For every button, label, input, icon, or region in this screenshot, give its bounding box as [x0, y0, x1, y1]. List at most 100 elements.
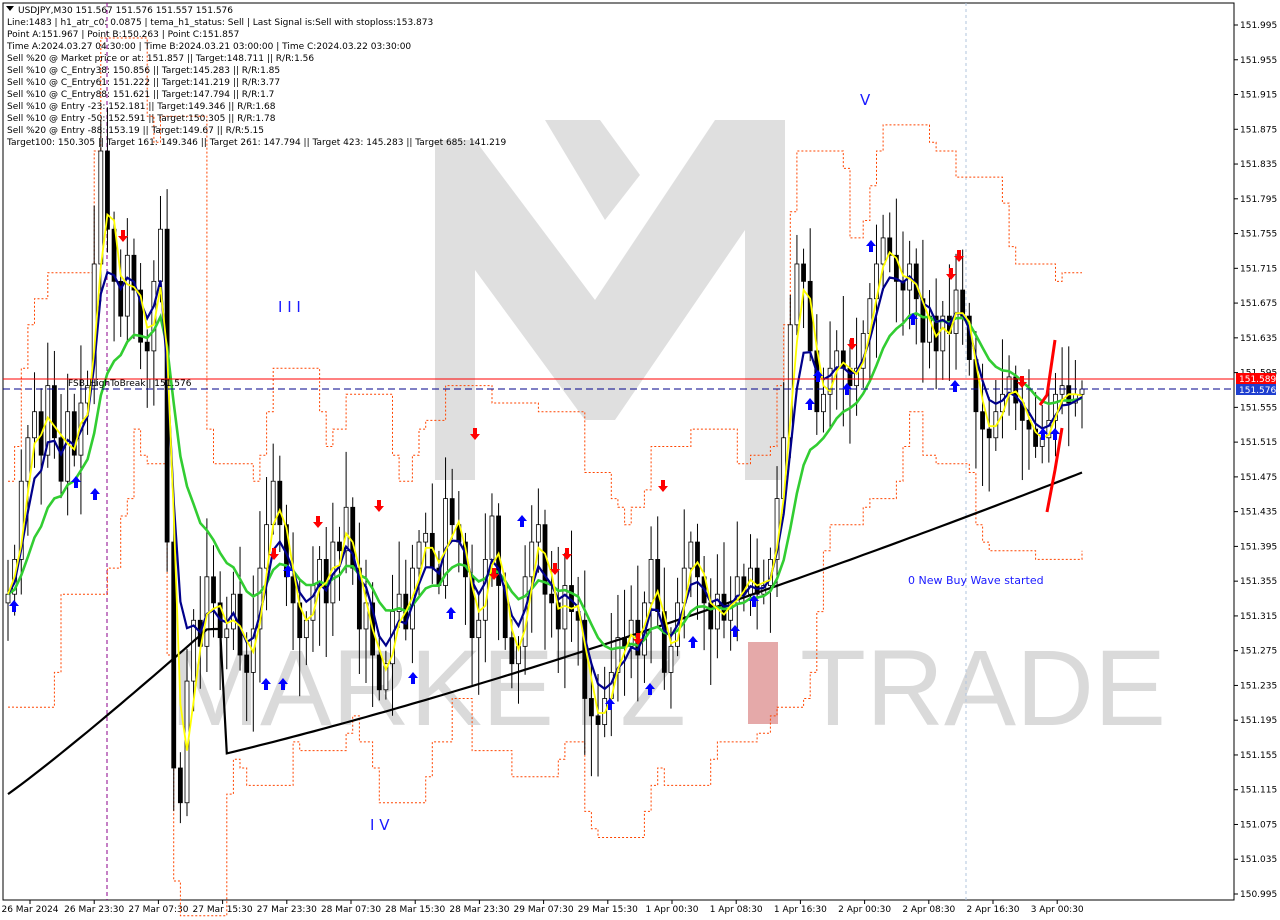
x-tick-label: 28 Mar 07:30 — [321, 905, 381, 915]
candle-body — [953, 289, 959, 334]
y-tick-label: 151.995 — [1240, 21, 1277, 31]
fsb-label: FSB_HighToBreak | 151.576 — [68, 379, 192, 389]
candle-body — [801, 263, 806, 282]
info-line: Sell %10 @ Entry -50: 152.591 || Target:… — [7, 114, 276, 124]
x-tick-label: 27 Mar 07:30 — [128, 905, 188, 915]
candle-body — [648, 559, 654, 604]
y-tick-label: 151.715 — [1240, 264, 1277, 274]
candle-body — [191, 619, 197, 682]
candle-body — [549, 593, 555, 604]
y-tick-label: 151.755 — [1240, 230, 1277, 240]
candle-body — [509, 637, 515, 665]
x-tick-label: 27 Mar 15:30 — [193, 905, 253, 915]
watermark-red-bar — [748, 642, 778, 724]
candle-body — [482, 559, 488, 621]
candle-body — [535, 524, 541, 543]
candle-body — [270, 480, 276, 526]
candle-body — [668, 645, 674, 673]
y-tick-label: 151.235 — [1240, 681, 1277, 691]
candle-body — [376, 654, 382, 691]
info-line: Sell %10 @ Entry -23: 152.181 || Target:… — [7, 102, 276, 112]
candle-body — [1079, 388, 1085, 395]
info-line: Line:1483 | h1_atr_c0: 0.0875 | tema_h1_… — [7, 18, 433, 28]
watermark-text-left: MARKETZ — [170, 627, 686, 748]
candle-body — [695, 541, 700, 578]
x-tick-label: 2 Apr 08:30 — [902, 905, 955, 915]
info-line: Sell %20 @ Entry -88: 153.19 || Target:1… — [7, 126, 264, 136]
candle-body — [655, 559, 661, 612]
wave-iii-label: I I I — [278, 298, 301, 316]
candle-body — [980, 411, 985, 430]
candle-body — [423, 532, 429, 543]
info-line: Sell %10 @ C_Entry61: 151.222 || Target:… — [7, 78, 280, 88]
x-tick-label: 2 Apr 00:30 — [838, 905, 891, 915]
x-tick-label: 28 Mar 15:30 — [385, 905, 445, 915]
wave-iv-label: I V — [370, 816, 390, 834]
watermark-text-right: TRADE — [800, 627, 1166, 748]
y-tick-label: 151.915 — [1240, 91, 1277, 101]
candle-body — [708, 602, 714, 630]
y-tick-label: 151.355 — [1240, 577, 1277, 587]
y-tick-label: 151.795 — [1240, 195, 1277, 205]
x-tick-label: 1 Apr 16:30 — [774, 905, 827, 915]
candle-body — [986, 428, 992, 439]
red-price-tag-text: 151.589 — [1239, 375, 1276, 385]
candle-body — [5, 593, 11, 604]
price-chart[interactable]: MARKETZ TRADE 151.995 151.955 151.915 151.8… — [0, 0, 1280, 920]
candle-body — [204, 576, 210, 647]
y-tick-label: 151.035 — [1240, 855, 1277, 865]
candle-body — [794, 263, 800, 326]
candle-body — [476, 619, 482, 639]
candle-body — [589, 698, 594, 717]
candle-body — [32, 411, 37, 439]
x-tick-label: 1 Apr 08:30 — [710, 905, 763, 915]
candle-body — [595, 715, 601, 725]
y-tick-label: 151.275 — [1240, 647, 1277, 657]
candle-body — [337, 541, 342, 552]
candle-body — [688, 541, 694, 569]
y-tick-label: 151.955 — [1240, 56, 1277, 66]
candle-body — [52, 385, 57, 439]
candle-body — [177, 767, 183, 804]
y-tick-label: 151.395 — [1240, 542, 1277, 552]
y-tick-label: 151.635 — [1240, 334, 1277, 344]
x-tick-label: 29 Mar 07:30 — [514, 905, 574, 915]
candle-body — [754, 567, 760, 595]
candle-body — [211, 576, 216, 604]
candle-body — [449, 498, 455, 526]
y-tick-label: 151.515 — [1240, 438, 1277, 448]
candle-body — [158, 228, 163, 282]
y-tick-label: 151.875 — [1240, 125, 1277, 135]
info-line: Sell %10 @ C_Entry38: 150.856 || Target:… — [7, 66, 280, 76]
candle-body — [628, 619, 634, 647]
x-tick-label: 26 Mar 23:30 — [64, 905, 124, 915]
info-line: Time A:2024.03.27 04:30:00 | Time B:2024… — [6, 42, 411, 52]
blue-price-tag-text: 151.576 — [1239, 386, 1276, 396]
candle-body — [65, 411, 71, 482]
y-tick-label: 150.995 — [1240, 890, 1277, 900]
wave-v-label: V — [860, 91, 871, 109]
new-wave-label: 0 New Buy Wave started — [908, 574, 1044, 587]
candle-body — [98, 150, 104, 265]
candle-body — [529, 541, 535, 578]
candle-body — [960, 289, 966, 317]
candle-body — [244, 654, 250, 673]
info-line: Sell %10 @ C_Entry88: 151.621 || Target:… — [7, 90, 274, 100]
x-tick-label: 1 Apr 00:30 — [646, 905, 699, 915]
x-tick-label: 28 Mar 23:30 — [449, 905, 509, 915]
candle-body — [807, 280, 813, 352]
y-tick-label: 151.835 — [1240, 160, 1277, 170]
info-line: Target100: 150.305 || Target 161: 149.34… — [6, 138, 507, 148]
candle-body — [834, 350, 840, 369]
y-tick-label: 151.435 — [1240, 508, 1277, 518]
candle-body — [1059, 385, 1065, 395]
y-tick-label: 151.115 — [1240, 786, 1277, 796]
candle-body — [58, 437, 64, 482]
symbol-line: USDJPY,M30 151.567 151.576 151.557 151.5… — [18, 6, 233, 16]
y-tick-label: 151.075 — [1240, 820, 1277, 830]
candle-body — [303, 619, 309, 639]
y-tick-label: 151.555 — [1240, 403, 1277, 413]
candle-body — [25, 437, 31, 482]
y-tick-label: 151.155 — [1240, 751, 1277, 761]
y-tick-label: 151.475 — [1240, 473, 1277, 483]
